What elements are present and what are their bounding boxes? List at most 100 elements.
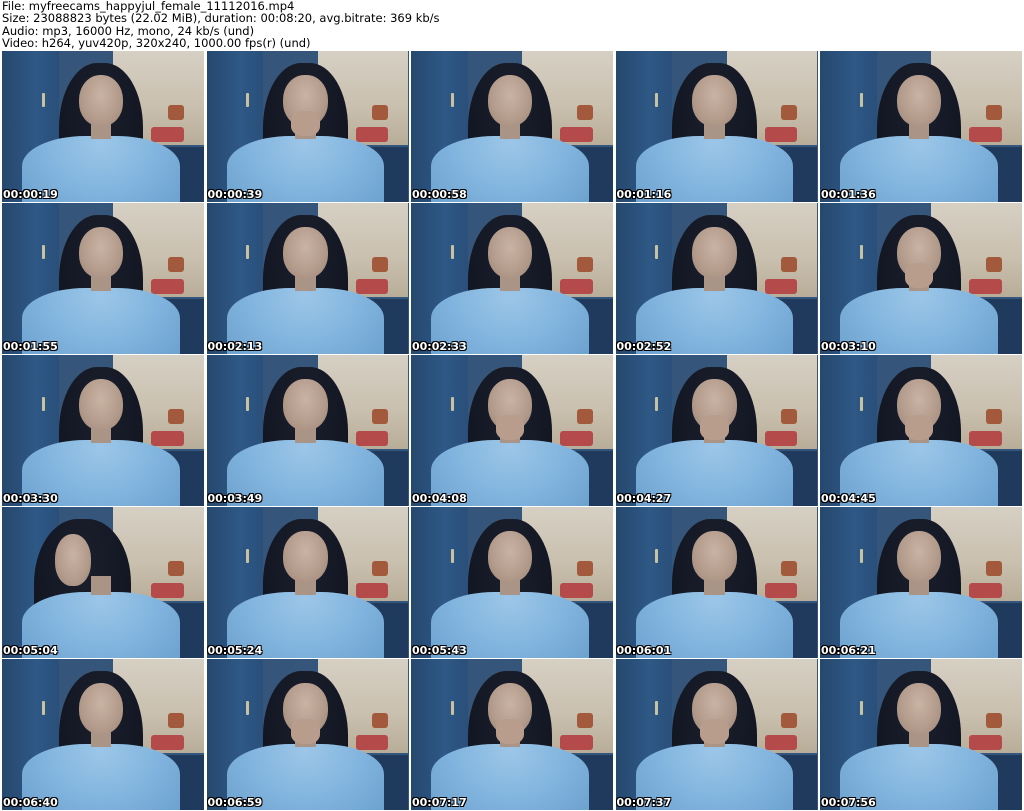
- person-face: [692, 75, 737, 127]
- frame-timestamp: 00:05:04: [3, 644, 58, 657]
- background-decor: [969, 278, 1002, 294]
- background-ornament: [576, 409, 593, 425]
- door-handle: [859, 549, 863, 564]
- background-ornament: [372, 561, 389, 577]
- background-ornament: [167, 409, 184, 425]
- video-frame-thumbnail[interactable]: 00:00:58: [411, 51, 613, 202]
- video-frame-thumbnail[interactable]: 00:06:59: [206, 659, 409, 810]
- video-frame-thumbnail[interactable]: 00:01:36: [820, 51, 1022, 202]
- background-ornament: [167, 561, 184, 577]
- door-handle: [859, 701, 863, 716]
- video-frame-thumbnail[interactable]: 00:05:04: [2, 507, 204, 658]
- person-face: [896, 531, 942, 583]
- video-frame-thumbnail[interactable]: 00:02:13: [206, 203, 409, 354]
- background-decor: [969, 582, 1002, 598]
- video-frame-thumbnail[interactable]: 00:02:52: [615, 203, 818, 354]
- video-frame-thumbnail[interactable]: 00:06:21: [820, 507, 1022, 658]
- background-ornament: [167, 713, 184, 729]
- background-ornament: [576, 561, 593, 577]
- background-ornament: [985, 409, 1002, 425]
- background-decor: [355, 126, 389, 142]
- person-hand: [904, 263, 934, 288]
- background-ornament: [781, 105, 798, 121]
- background-ornament: [372, 713, 389, 729]
- door-handle: [246, 701, 250, 716]
- frame-timestamp: 00:04:45: [821, 492, 876, 505]
- background-decor: [764, 126, 798, 142]
- frame-timestamp: 00:06:01: [616, 644, 672, 657]
- frame-timestamp: 00:06:21: [821, 644, 876, 657]
- frame-timestamp: 00:05:43: [412, 644, 467, 657]
- door-handle: [41, 701, 45, 716]
- person-face: [78, 227, 124, 279]
- video-info-line: Video: h264, yuv420p, 320x240, 1000.00 f…: [2, 36, 311, 51]
- person-hand: [700, 415, 729, 440]
- person-face: [283, 379, 328, 431]
- door-handle: [41, 245, 45, 260]
- background-ornament: [985, 561, 1002, 577]
- video-frame-thumbnail[interactable]: 00:06:01: [615, 507, 818, 658]
- background-decor: [560, 430, 593, 446]
- video-frame-thumbnail[interactable]: 00:01:55: [2, 203, 204, 354]
- door-handle: [655, 93, 659, 108]
- file-info-header: File: myfreecams_happyjul_female_1111201…: [2, 0, 1022, 50]
- person-face: [487, 227, 533, 279]
- video-frame-thumbnail[interactable]: 00:04:27: [615, 355, 818, 506]
- door-handle: [859, 397, 863, 412]
- frame-timestamp: 00:03:30: [3, 492, 58, 505]
- video-frame-thumbnail[interactable]: 00:00:19: [2, 51, 204, 202]
- size-duration-line: Size: 23088823 bytes (22.02 MiB), durati…: [2, 11, 440, 26]
- video-frame-thumbnail[interactable]: 00:07:17: [411, 659, 613, 810]
- video-frame-thumbnail[interactable]: 00:07:37: [615, 659, 818, 810]
- door-handle: [246, 397, 250, 412]
- person-face: [78, 683, 124, 735]
- video-frame-thumbnail[interactable]: 00:02:33: [411, 203, 613, 354]
- video-frame-thumbnail[interactable]: 00:06:40: [2, 659, 204, 810]
- background-ornament: [985, 105, 1002, 121]
- frame-timestamp: 00:04:08: [412, 492, 467, 505]
- background-ornament: [781, 561, 798, 577]
- background-decor: [151, 278, 184, 294]
- frame-timestamp: 00:06:59: [207, 796, 263, 809]
- background-ornament: [781, 409, 798, 425]
- person-hand: [700, 719, 729, 744]
- door-handle: [859, 245, 863, 260]
- frame-timestamp: 00:02:13: [207, 340, 263, 353]
- background-decor: [560, 126, 593, 142]
- frame-timestamp: 00:07:37: [616, 796, 672, 809]
- video-frame-thumbnail[interactable]: 00:05:24: [206, 507, 409, 658]
- frame-timestamp: 00:02:33: [412, 340, 467, 353]
- video-frame-thumbnail[interactable]: 00:03:49: [206, 355, 409, 506]
- background-ornament: [781, 713, 798, 729]
- person-face: [692, 531, 737, 583]
- background-decor: [355, 278, 389, 294]
- video-frame-thumbnail[interactable]: 00:03:10: [820, 203, 1022, 354]
- video-frame-thumbnail[interactable]: 00:05:43: [411, 507, 613, 658]
- video-frame-thumbnail[interactable]: 00:01:16: [615, 51, 818, 202]
- frame-timestamp: 00:03:10: [821, 340, 876, 353]
- video-frame-thumbnail[interactable]: 00:00:39: [206, 51, 409, 202]
- door-handle: [246, 549, 250, 564]
- video-frame-thumbnail[interactable]: 00:07:56: [820, 659, 1022, 810]
- background-ornament: [985, 257, 1002, 273]
- frame-timestamp: 00:01:16: [616, 188, 672, 201]
- background-decor: [560, 278, 593, 294]
- frame-timestamp: 00:00:19: [3, 188, 58, 201]
- video-frame-thumbnail[interactable]: 00:04:45: [820, 355, 1022, 506]
- background-ornament: [372, 257, 389, 273]
- person-hand: [495, 719, 525, 744]
- frame-timestamp: 00:07:56: [821, 796, 876, 809]
- door-handle: [246, 93, 250, 108]
- background-decor: [969, 126, 1002, 142]
- background-ornament: [167, 257, 184, 273]
- person-face: [896, 75, 942, 127]
- video-frame-thumbnail[interactable]: 00:04:08: [411, 355, 613, 506]
- door-handle: [450, 93, 454, 108]
- video-frame-thumbnail[interactable]: 00:03:30: [2, 355, 204, 506]
- background-decor: [355, 582, 389, 598]
- frame-timestamp: 00:01:36: [821, 188, 876, 201]
- door-handle: [450, 245, 454, 260]
- background-ornament: [167, 105, 184, 121]
- door-handle: [655, 245, 659, 260]
- frame-timestamp: 00:00:58: [412, 188, 467, 201]
